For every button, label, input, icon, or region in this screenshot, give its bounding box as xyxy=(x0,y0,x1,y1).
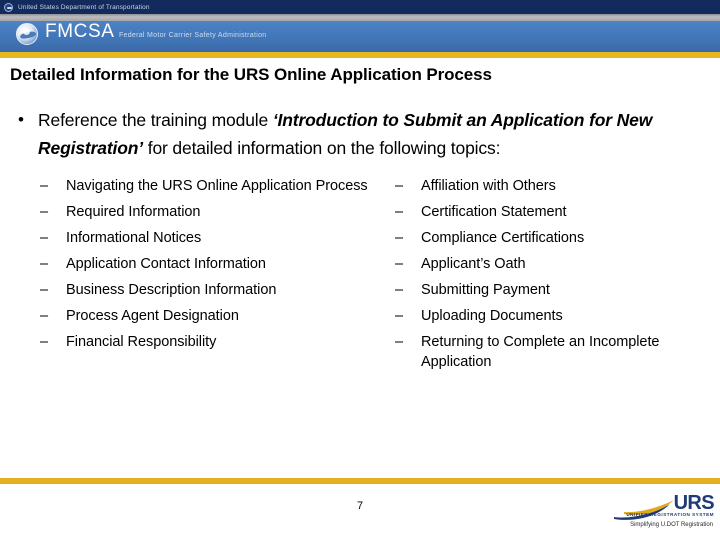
dash-bullet-icon: – xyxy=(395,334,404,350)
list-item-label: Submitting Payment xyxy=(421,282,550,298)
list-item: – Returning to Complete an Incomplete Ap… xyxy=(395,332,705,372)
dash-bullet-icon: – xyxy=(395,282,404,298)
list-item: – Application Contact Information xyxy=(40,254,395,274)
dot-banner: United States Department of Transportati… xyxy=(0,0,720,14)
list-item: – Affiliation with Others xyxy=(395,176,705,196)
list-item-label: Informational Notices xyxy=(66,230,202,246)
list-item-label: Application Contact Information xyxy=(66,256,266,272)
list-item-label: Compliance Certifications xyxy=(421,230,585,246)
list-item-label: Affiliation with Others xyxy=(421,178,556,194)
bullet-dot-icon: • xyxy=(18,110,24,129)
dash-bullet-icon: – xyxy=(395,308,404,324)
list-item: – Informational Notices xyxy=(40,228,395,248)
list-item: – Uploading Documents xyxy=(395,306,705,326)
list-item-label: Returning to Complete an Incomplete Appl… xyxy=(421,334,660,370)
dash-bullet-icon: – xyxy=(395,230,404,246)
dash-bullet-icon: – xyxy=(40,282,49,298)
dot-seal-icon xyxy=(4,2,13,12)
dash-bullet-icon: – xyxy=(40,256,49,272)
list-item-label: Financial Responsibility xyxy=(66,334,217,350)
list-item: – Financial Responsibility xyxy=(40,332,395,352)
slide-canvas: United States Department of Transportati… xyxy=(0,0,720,540)
topics-columns: – Navigating the URS Online Application … xyxy=(0,176,720,378)
list-item-label: Applicant’s Oath xyxy=(421,256,526,272)
topics-column-right: – Affiliation with Others – Certificatio… xyxy=(395,176,705,378)
fmcsa-abbreviation: FMCSA xyxy=(45,21,115,42)
list-item-label: Navigating the URS Online Application Pr… xyxy=(66,178,368,194)
fmcsa-seal-icon xyxy=(16,23,38,45)
dash-bullet-icon: – xyxy=(395,256,404,272)
header-gray-divider xyxy=(0,14,720,21)
lead-bullet-text: Reference the training module ‘Introduct… xyxy=(38,106,696,162)
list-item: – Required Information xyxy=(40,202,395,222)
header-gold-divider xyxy=(0,52,720,58)
slide-body: • Reference the training module ‘Introdu… xyxy=(0,106,720,378)
lead-text-part1: Reference the training module xyxy=(38,110,273,130)
dot-banner-text: United States Department of Transportati… xyxy=(18,3,150,11)
urs-wordmark: URS xyxy=(673,492,715,514)
page-title: Detailed Information for the URS Online … xyxy=(10,65,492,84)
list-item-label: Business Description Information xyxy=(66,282,277,298)
urs-logo: URS UNIFIED REGISTRATION SYSTEM Simplify… xyxy=(608,492,716,532)
topics-column-left: – Navigating the URS Online Application … xyxy=(40,176,395,378)
dash-bullet-icon: – xyxy=(395,204,404,220)
fmcsa-full-name: Federal Motor Carrier Safety Administrat… xyxy=(118,32,267,39)
dash-bullet-icon: – xyxy=(40,178,49,194)
dash-bullet-icon: – xyxy=(40,308,49,324)
list-item: – Certification Statement xyxy=(395,202,705,222)
list-item-label: Process Agent Designation xyxy=(66,308,239,324)
site-header: United States Department of Transportati… xyxy=(0,0,720,58)
lead-text-part2: for detailed information on the followin… xyxy=(143,138,501,158)
list-item: – Business Description Information xyxy=(40,280,395,300)
lead-bullet-item: • Reference the training module ‘Introdu… xyxy=(0,106,720,162)
fmcsa-logo: FMCSA Federal Motor Carrier Safety Admin… xyxy=(16,22,266,45)
list-item: – Applicant’s Oath xyxy=(395,254,705,274)
list-item-label: Certification Statement xyxy=(421,204,567,220)
dash-bullet-icon: – xyxy=(40,204,49,220)
dash-bullet-icon: – xyxy=(40,334,49,350)
fmcsa-logo-text: FMCSA Federal Motor Carrier Safety Admin… xyxy=(45,22,266,42)
dash-bullet-icon: – xyxy=(40,230,49,246)
list-item: – Compliance Certifications xyxy=(395,228,705,248)
list-item-label: Required Information xyxy=(66,204,201,220)
list-item-label: Uploading Documents xyxy=(421,308,563,324)
dash-bullet-icon: – xyxy=(395,178,404,194)
list-item: – Process Agent Designation xyxy=(40,306,395,326)
urs-subtitle: UNIFIED REGISTRATION SYSTEM xyxy=(626,512,714,517)
footer-gold-rule xyxy=(0,478,720,484)
list-item: – Navigating the URS Online Application … xyxy=(40,176,395,196)
urs-tagline: Simplifying U.DOT Registration xyxy=(630,522,713,528)
list-item: – Submitting Payment xyxy=(395,280,705,300)
